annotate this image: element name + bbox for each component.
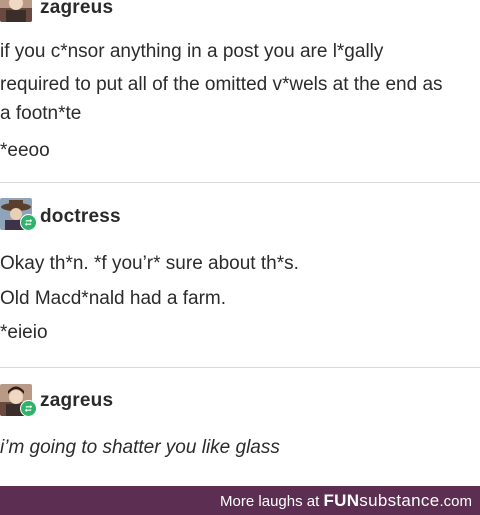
post-text-line: *eieio [0,322,48,343]
post-text-line: Okay th*n. *f you’r* sure about th*s. [0,253,299,274]
post-header: zagreus [0,384,480,418]
brand-fun: FUN [323,491,360,510]
footer-prefix: More laughs at [220,493,324,510]
footer-text: More laughs at FUNsubstance.com [220,491,472,511]
post-text-line: required to put all of the omitted v*wel… [0,74,443,95]
reblog-icon [20,214,37,231]
footer-brand-logo[interactable]: FUNsubstance [323,491,439,510]
post-text-line: if you c*nsor anything in a post you are… [0,41,384,62]
zagreus-avatar-icon[interactable] [0,0,32,22]
brand-tld: .com [439,493,472,510]
post-text-line: i’m going to shatter you like glass [0,437,280,458]
post-header: zagreus [0,0,480,24]
post-text-line: *eeoo [0,140,50,161]
post-text-line: a footn*te [0,103,82,124]
watermark-footer: More laughs at FUNsubstance.com [0,486,480,515]
post-text-line: Old Macd*nald had a farm. [0,288,227,309]
post-divider [0,182,480,183]
post-username[interactable]: doctress [40,206,121,228]
brand-substance: substance [359,491,440,510]
post-header: doctress [0,198,480,232]
post-divider [0,367,480,368]
reblog-icon [20,400,37,417]
post-username[interactable]: zagreus [40,0,113,19]
post-username[interactable]: zagreus [40,390,113,412]
